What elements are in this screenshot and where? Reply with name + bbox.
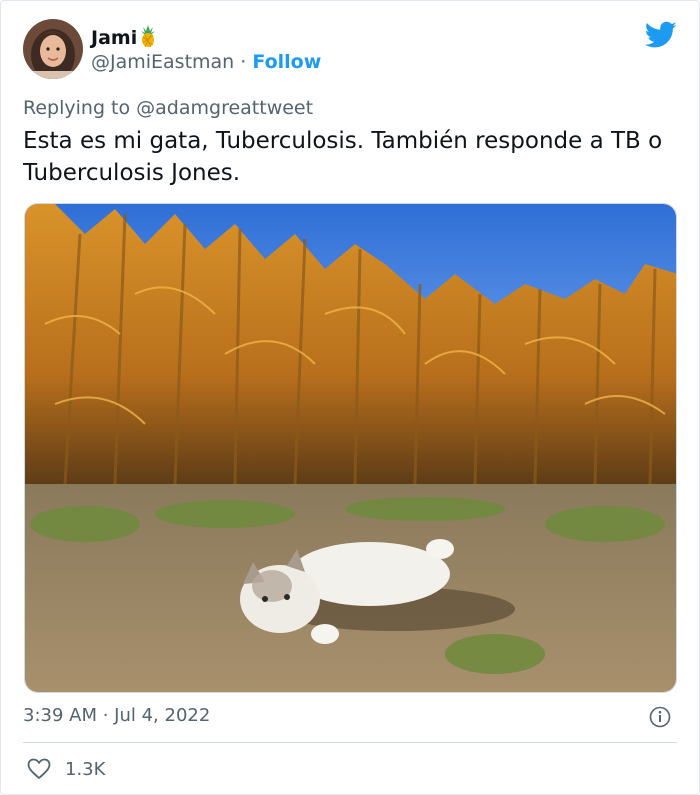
heart-icon xyxy=(27,758,51,780)
separator-dot: · xyxy=(240,51,247,73)
divider xyxy=(23,742,677,743)
tweet-text: Esta es mi gata, Tuberculosis. También r… xyxy=(23,128,663,186)
like-button[interactable]: 1.3K xyxy=(27,758,105,780)
like-count: 1.3K xyxy=(65,758,106,780)
display-name-text: Jami xyxy=(91,27,138,49)
avatar[interactable] xyxy=(23,19,83,79)
info-icon[interactable] xyxy=(649,706,671,728)
tweet-timestamp[interactable]: 3:39 AM · Jul 4, 2022 xyxy=(23,705,210,726)
tweet-card: Jami @JamiEastman · Follow Replying to @… xyxy=(0,0,700,795)
replying-to[interactable]: Replying to @adamgreattweet xyxy=(23,97,313,119)
handle-row: @JamiEastman · Follow xyxy=(91,51,321,73)
tweet-photo[interactable] xyxy=(24,203,677,693)
display-name[interactable]: Jami xyxy=(91,25,157,49)
twitter-bird-icon[interactable] xyxy=(645,21,677,49)
follow-button[interactable]: Follow xyxy=(252,51,321,73)
user-handle[interactable]: @JamiEastman xyxy=(91,51,234,73)
pineapple-emoji-icon xyxy=(139,25,157,48)
